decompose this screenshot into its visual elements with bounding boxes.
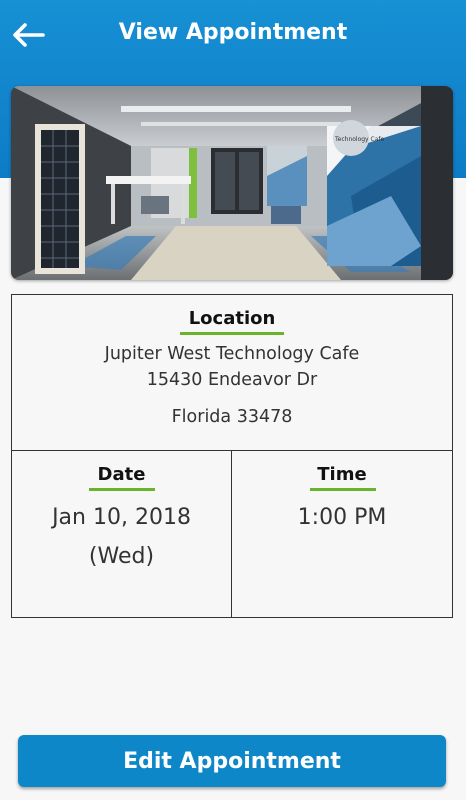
page-title: View Appointment <box>118 20 348 45</box>
location-label: Location <box>188 308 276 329</box>
edit-appointment-button[interactable]: Edit Appointment <box>18 735 446 787</box>
date-value: Jan 10, 2018 <box>52 505 191 530</box>
location-label-underline <box>180 332 284 335</box>
location-section: Location Jupiter West Technology Cafe 15… <box>12 295 452 451</box>
time-label-underline <box>310 488 376 491</box>
location-photo: Technology Cafe <box>11 86 453 280</box>
time-value: 1:00 PM <box>297 505 387 530</box>
location-street: 15430 Endeavor Dr <box>146 370 318 390</box>
time-label: Time <box>317 464 367 485</box>
time-section: Time 1:00 PM <box>232 451 452 617</box>
appointment-details: Location Jupiter West Technology Cafe 15… <box>11 294 453 618</box>
day-value: (Wed) <box>88 544 155 569</box>
date-label: Date <box>97 464 146 485</box>
location-state-zip: Florida 33478 <box>171 407 293 427</box>
wall-sign-text: Technology Cafe <box>334 136 384 143</box>
date-label-underline <box>89 488 155 491</box>
date-section: Date Jan 10, 2018 (Wed) <box>12 451 232 617</box>
location-name: Jupiter West Technology Cafe <box>104 344 360 364</box>
